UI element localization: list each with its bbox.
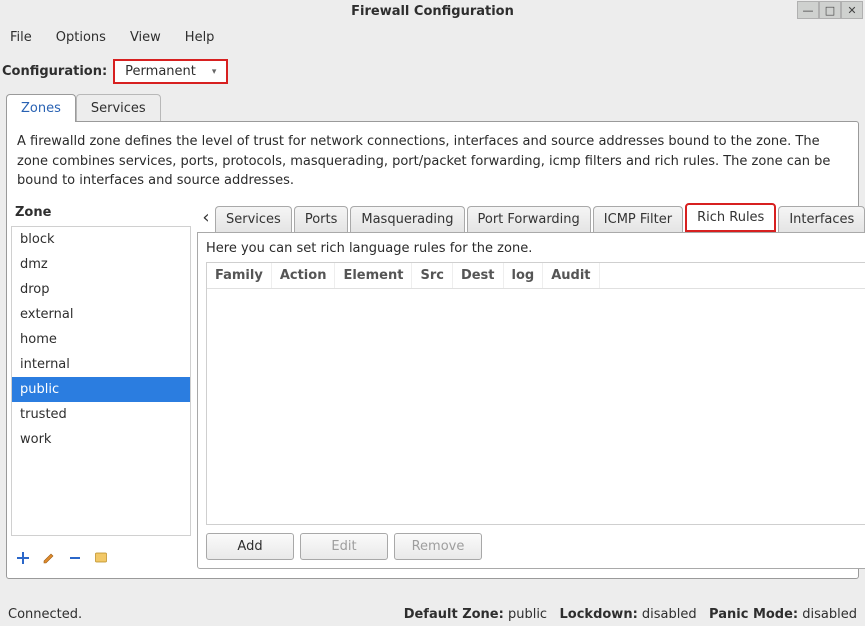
remove-rule-button[interactable]: Remove — [394, 533, 482, 560]
status-connected: Connected. — [8, 607, 82, 622]
col-action[interactable]: Action — [272, 263, 336, 288]
menu-view[interactable]: View — [126, 28, 165, 47]
chevron-down-icon: ▾ — [212, 67, 217, 77]
col-audit[interactable]: Audit — [543, 263, 599, 288]
config-select[interactable]: Permanent ▾ — [113, 59, 228, 84]
zone-left: Zone block dmz drop external home intern… — [11, 203, 191, 570]
statusbar: Connected. Default Zone: public Lockdown… — [0, 603, 865, 626]
zone-list[interactable]: block dmz drop external home internal pu… — [11, 226, 191, 536]
rich-rules-panel: Here you can set rich language rules for… — [197, 232, 865, 569]
zone-item-internal[interactable]: internal — [12, 352, 190, 377]
zones-panel: A firewalld zone defines the level of tr… — [6, 121, 859, 579]
zone-list-header: Zone — [11, 203, 191, 226]
tab-services[interactable]: Services — [76, 94, 161, 122]
inner-tab-masquerading[interactable]: Masquerading — [350, 206, 464, 232]
edit-zone-icon[interactable] — [41, 550, 57, 566]
maximize-button[interactable]: □ — [819, 1, 841, 19]
config-label: Configuration: — [2, 64, 107, 79]
status-panic: disabled — [802, 607, 857, 622]
add-rule-button[interactable]: Add — [206, 533, 294, 560]
menubar: File Options View Help — [0, 22, 865, 53]
rich-rules-header: Family Action Element Src Dest log Audit — [207, 263, 865, 289]
minimize-button[interactable]: — — [797, 1, 819, 19]
status-panic-label: Panic Mode: — [709, 607, 798, 622]
inner-tabs: Services Ports Masquerading Port Forward… — [215, 203, 865, 232]
inner-tabs-wrap: ‹ Services Ports Masquerading Port Forwa… — [197, 203, 865, 233]
menu-help[interactable]: Help — [181, 28, 219, 47]
zone-description: A firewalld zone defines the level of tr… — [11, 132, 848, 203]
tab-zones[interactable]: Zones — [6, 94, 76, 122]
inner-tab-interfaces[interactable]: Interfaces — [778, 206, 865, 232]
config-row: Configuration: Permanent ▾ — [0, 53, 865, 94]
inner-tab-rich-rules[interactable]: Rich Rules — [685, 203, 776, 232]
col-family[interactable]: Family — [207, 263, 272, 288]
window-title: Firewall Configuration — [351, 4, 514, 19]
status-default-zone-label: Default Zone: — [404, 607, 504, 622]
add-zone-icon[interactable] — [15, 550, 31, 566]
inner-tab-icmp-filter[interactable]: ICMP Filter — [593, 206, 683, 232]
col-element[interactable]: Element — [335, 263, 412, 288]
zone-item-public[interactable]: public — [12, 377, 190, 402]
rich-rules-table[interactable]: Family Action Element Src Dest log Audit — [206, 262, 865, 525]
col-dest[interactable]: Dest — [453, 263, 504, 288]
config-value: Permanent — [125, 64, 196, 79]
inner-tab-ports[interactable]: Ports — [294, 206, 349, 232]
load-defaults-icon[interactable] — [93, 550, 109, 566]
inner-tab-port-forwarding[interactable]: Port Forwarding — [467, 206, 591, 232]
zone-item-dmz[interactable]: dmz — [12, 252, 190, 277]
zone-item-work[interactable]: work — [12, 427, 190, 452]
inner-tab-services[interactable]: Services — [215, 206, 292, 232]
rich-rules-description: Here you can set rich language rules for… — [206, 241, 865, 256]
zone-item-home[interactable]: home — [12, 327, 190, 352]
col-log[interactable]: log — [504, 263, 544, 288]
close-button[interactable]: ✕ — [841, 1, 863, 19]
remove-zone-icon[interactable] — [67, 550, 83, 566]
titlebar: Firewall Configuration — □ ✕ — [0, 0, 865, 22]
status-default-zone: public — [508, 607, 547, 622]
menu-options[interactable]: Options — [52, 28, 110, 47]
zone-item-drop[interactable]: drop — [12, 277, 190, 302]
scroll-left-icon[interactable]: ‹ — [197, 203, 215, 233]
zone-toolbar — [11, 546, 191, 570]
status-lockdown: disabled — [642, 607, 697, 622]
zone-item-trusted[interactable]: trusted — [12, 402, 190, 427]
menu-file[interactable]: File — [6, 28, 36, 47]
zone-body: Zone block dmz drop external home intern… — [11, 203, 848, 570]
zone-item-block[interactable]: block — [12, 227, 190, 252]
zone-item-external[interactable]: external — [12, 302, 190, 327]
col-src[interactable]: Src — [412, 263, 452, 288]
main-tabs: Zones Services — [6, 94, 859, 122]
status-lockdown-label: Lockdown: — [560, 607, 638, 622]
rich-rules-buttons: Add Edit Remove — [206, 533, 865, 560]
zone-right: ‹ Services Ports Masquerading Port Forwa… — [197, 203, 865, 570]
window-controls: — □ ✕ — [797, 1, 863, 19]
edit-rule-button[interactable]: Edit — [300, 533, 388, 560]
status-right: Default Zone: public Lockdown: disabled … — [404, 607, 857, 622]
